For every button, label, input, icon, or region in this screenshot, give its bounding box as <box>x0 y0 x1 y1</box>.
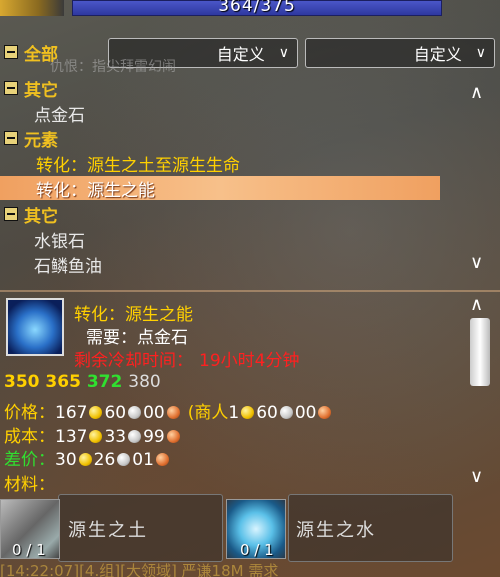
list-item-label: 其它 <box>24 206 58 227</box>
list-item-label: 元素 <box>24 130 58 151</box>
cost-line: 成本：137 33 99 <box>4 422 182 447</box>
chat-line: [14:22:07][4.组][大领域] 严谦18M 需求 <box>0 562 279 577</box>
detail-scroll-up-button[interactable]: ∧ <box>470 294 483 315</box>
material-name: 源生之水 <box>296 520 376 541</box>
diff-line: 差价：30 26 01 <box>4 445 171 470</box>
gold-coin-icon <box>89 430 103 443</box>
vendor-copper: 00 <box>294 403 317 423</box>
materials-label: 材料： <box>4 475 55 495</box>
detail-scroll-down-button[interactable]: ∨ <box>470 466 483 487</box>
scroll-down-button[interactable]: ∨ <box>470 252 483 273</box>
gold-coin-icon <box>241 406 255 419</box>
gold-coin-icon <box>89 406 103 419</box>
list-item-label: 点金石 <box>34 105 85 126</box>
list-category-other[interactable]: 其它 <box>0 76 58 101</box>
list-item[interactable]: 点金石 <box>34 101 85 126</box>
collapse-icon[interactable] <box>4 81 18 95</box>
portrait-icon <box>0 0 64 16</box>
gold-coin-icon <box>78 453 92 466</box>
price-gold: 167 <box>55 403 88 423</box>
list-category-element[interactable]: 元素 <box>0 126 58 151</box>
vendor-gold: 1 <box>228 403 240 423</box>
vendor-label: (商人 <box>187 403 229 423</box>
list-item-label: 转化：源生之土至源生生命 <box>36 155 240 176</box>
silver-coin-icon <box>128 406 142 419</box>
filter-dropdown-2-label: 自定义 <box>413 45 462 64</box>
material-count: 0 / 1 <box>12 541 46 559</box>
cost-silver: 33 <box>104 427 127 447</box>
list-item-label: 石鳞鱼油 <box>34 256 102 277</box>
list-item-label: 全部 <box>24 44 58 65</box>
filter-dropdown-2[interactable]: 自定义 ∨ <box>305 38 495 68</box>
list-item-label: 转化：源生之能 <box>36 180 155 201</box>
lightning-spell-icon[interactable] <box>6 298 64 356</box>
copper-coin-icon <box>166 406 180 419</box>
silver-coin-icon <box>128 430 142 443</box>
scroll-up-button[interactable]: ∧ <box>470 82 483 103</box>
material-count: 0 / 1 <box>240 541 274 559</box>
collapse-icon[interactable] <box>4 131 18 145</box>
chevron-down-icon: ∨ <box>475 45 486 61</box>
price-label: 价格： <box>4 403 55 423</box>
skill-level-green: 372 <box>86 372 123 392</box>
cooldown-value: 19小时4分钟 <box>199 351 300 371</box>
skill-level-gray: 380 <box>128 372 161 392</box>
price-silver: 60 <box>104 403 127 423</box>
diff-copper: 01 <box>132 450 154 470</box>
silver-coin-icon <box>279 406 293 419</box>
material-name: 源生之土 <box>68 520 148 541</box>
progress-text: 364/375 <box>218 0 296 16</box>
chevron-down-icon: ∨ <box>278 45 289 61</box>
copper-coin-icon <box>318 406 332 419</box>
detail-scrollbar-thumb[interactable] <box>470 318 490 386</box>
recipe-title: 转化：源生之能 <box>74 305 193 325</box>
skill-levels: 350 365 372 380 <box>4 372 161 392</box>
list-item[interactable]: 水银石 <box>34 227 85 252</box>
filter-dropdown-1-label: 自定义 <box>216 45 265 64</box>
cooldown-label: 剩余冷却时间： <box>74 351 193 371</box>
divider <box>0 290 500 292</box>
collapse-icon[interactable] <box>4 45 18 59</box>
collapse-icon[interactable] <box>4 207 18 221</box>
vendor-silver: 60 <box>256 403 278 423</box>
list-item-selected[interactable]: 转化：源生之能 <box>0 176 440 201</box>
list-item-label: 其它 <box>24 80 58 101</box>
cooldown-line: 剩余冷却时间： 19小时4分钟 <box>74 346 299 371</box>
list-item[interactable]: 石鳞鱼油 <box>34 252 102 277</box>
list-category-other-2[interactable]: 其它 <box>0 202 58 227</box>
price-line: 价格：167 60 00 (商人1 60 00 <box>4 398 333 423</box>
cost-label: 成本： <box>4 427 55 447</box>
cost-copper: 99 <box>143 427 165 447</box>
diff-gold: 30 <box>55 450 77 470</box>
skill-level-yellow: 365 <box>45 372 81 392</box>
background-text: 仇恨：指尖拜雷幻闹 <box>50 59 176 75</box>
list-category-all[interactable]: 全部 <box>0 40 58 65</box>
background <box>0 0 500 577</box>
cost-gold: 137 <box>55 427 88 447</box>
copper-coin-icon <box>166 430 180 443</box>
diff-silver: 26 <box>93 450 116 470</box>
price-copper: 00 <box>143 403 165 423</box>
skill-level-orange: 350 <box>4 372 40 392</box>
list-item[interactable]: 转化：源生之土至源生生命 <box>36 151 240 176</box>
top-status-bar: 364/375 <box>0 0 500 16</box>
recipe-requires: 需要：点金石 <box>86 328 188 348</box>
silver-coin-icon <box>117 453 131 466</box>
list-item-label: 水银石 <box>34 231 85 252</box>
copper-coin-icon <box>155 453 169 466</box>
diff-label: 差价： <box>4 450 55 470</box>
